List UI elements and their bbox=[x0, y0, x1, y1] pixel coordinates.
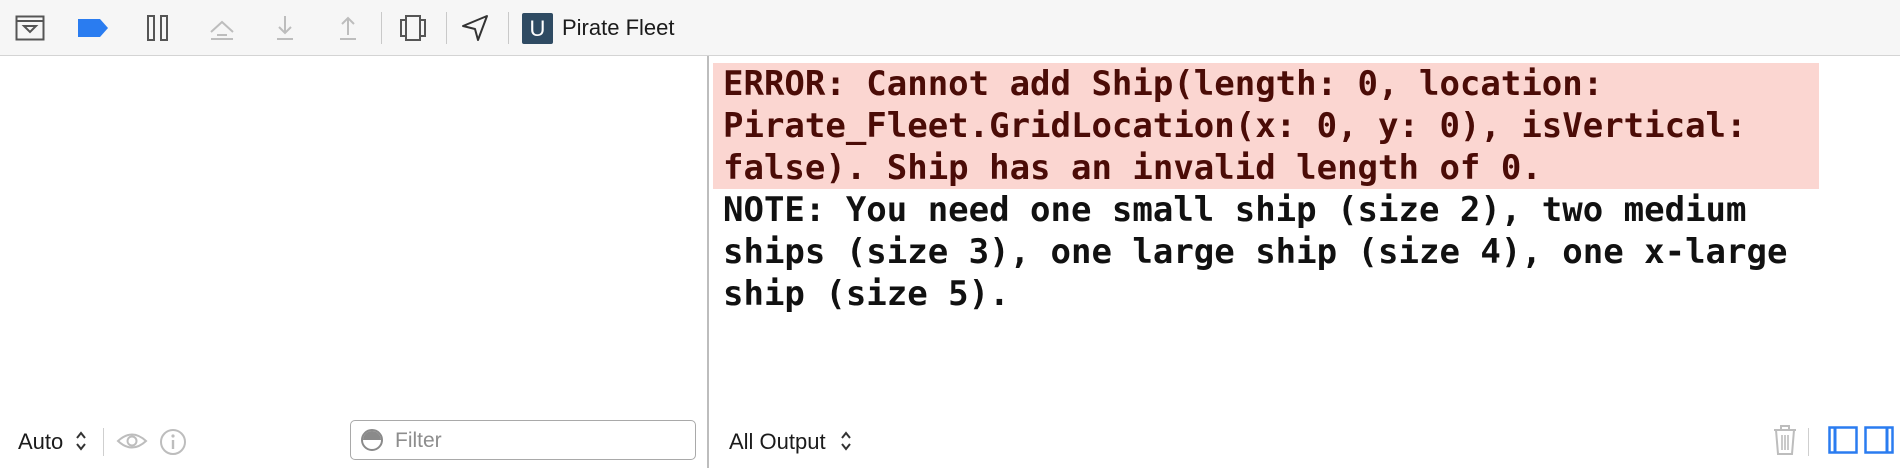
note-line: ships (size 3), one large ship (size 4),… bbox=[723, 232, 1788, 272]
toolbar-separator bbox=[446, 12, 447, 44]
note-line: ship (size 5). bbox=[723, 274, 1010, 314]
debug-toolbar: U Pirate Fleet bbox=[0, 0, 1900, 56]
console-bottom-bar: All Output bbox=[709, 410, 1900, 468]
step-over-button[interactable] bbox=[205, 12, 239, 44]
note-line: NOTE: You need one small ship (size 2), … bbox=[723, 190, 1747, 230]
toolbar-separator bbox=[508, 12, 509, 44]
show-console-view-toggle[interactable] bbox=[1864, 426, 1894, 459]
bottom-separator bbox=[1808, 428, 1809, 456]
variables-scope-selector[interactable]: Auto bbox=[18, 429, 63, 455]
console-output[interactable]: ERROR: Cannot add Ship(length: 0, locati… bbox=[709, 56, 1900, 468]
playground-icon-letter: U bbox=[529, 15, 546, 41]
note-message: NOTE: You need one small ship (size 2), … bbox=[709, 189, 1900, 315]
error-line: ERROR: Cannot add Ship(length: 0, locati… bbox=[723, 64, 1604, 104]
bottom-separator bbox=[103, 428, 104, 456]
hide-debug-area-button[interactable] bbox=[13, 12, 47, 44]
breakpoints-toggle-button[interactable] bbox=[76, 12, 110, 44]
console-text: ERROR: Cannot add Ship(length: 0, locati… bbox=[709, 63, 1900, 315]
step-into-button[interactable] bbox=[268, 12, 302, 44]
left-panel-icon bbox=[1828, 426, 1858, 454]
updown-chevron-icon bbox=[75, 429, 87, 455]
filter-placeholder: Filter bbox=[395, 429, 442, 452]
output-scope-selector[interactable]: All Output bbox=[729, 429, 826, 455]
updown-chevron-icon bbox=[840, 429, 852, 455]
error-line: false). Ship has an invalid length of 0. bbox=[723, 148, 1542, 188]
pause-button[interactable] bbox=[141, 12, 175, 44]
show-variables-view-toggle[interactable] bbox=[1828, 426, 1858, 459]
view-hierarchy-icon bbox=[400, 15, 426, 41]
toolbar-separator bbox=[381, 12, 382, 44]
filter-icon bbox=[361, 429, 383, 451]
info-icon[interactable] bbox=[159, 428, 187, 461]
error-message: ERROR: Cannot add Ship(length: 0, locati… bbox=[713, 63, 1819, 189]
right-panel-icon bbox=[1864, 426, 1894, 454]
error-line: Pirate_Fleet.GridLocation(x: 0, y: 0), i… bbox=[723, 106, 1747, 146]
step-over-icon bbox=[210, 20, 234, 40]
variables-view[interactable] bbox=[0, 56, 707, 468]
collapse-panel-icon bbox=[15, 15, 45, 41]
eye-icon[interactable] bbox=[116, 428, 148, 459]
trash-icon[interactable] bbox=[1772, 424, 1798, 461]
variables-filter-field[interactable]: Filter bbox=[350, 420, 696, 460]
step-out-icon bbox=[340, 16, 356, 40]
playground-icon: U bbox=[522, 13, 553, 44]
step-out-button[interactable] bbox=[331, 12, 365, 44]
step-into-icon bbox=[277, 16, 293, 40]
location-arrow-icon bbox=[462, 15, 488, 41]
breakpoint-icon bbox=[78, 19, 108, 37]
pause-icon bbox=[147, 15, 168, 41]
view-hierarchy-button[interactable] bbox=[396, 12, 430, 44]
variables-bottom-bar: Auto Filter bbox=[0, 410, 707, 468]
process-name[interactable]: Pirate Fleet bbox=[562, 15, 675, 41]
simulate-location-button[interactable] bbox=[458, 12, 492, 44]
